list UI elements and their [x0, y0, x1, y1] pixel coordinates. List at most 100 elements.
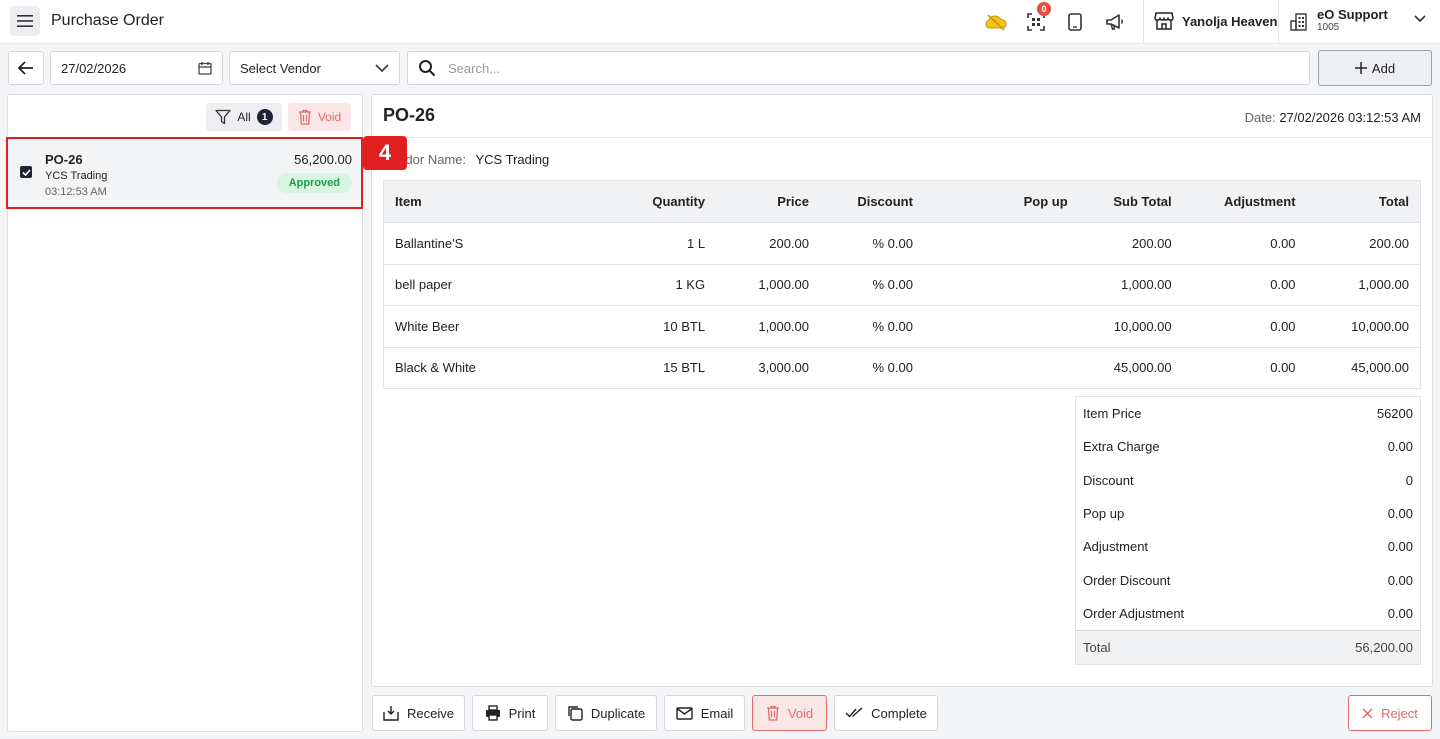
qr-code-button[interactable]: 0 [1025, 2, 1051, 33]
arrow-left-icon [18, 61, 33, 75]
table-row[interactable]: bell paper 1 KG 1,000.00 % 0.00 1,000.00… [383, 264, 1421, 306]
table-cell: 200.00 [716, 222, 821, 265]
filter-all-label: All [237, 110, 251, 124]
building-icon [1290, 13, 1307, 31]
summary-value: 0.00 [1387, 539, 1413, 555]
reject-button[interactable]: Reject [1348, 695, 1432, 731]
table-cell: 10,000.00 [1078, 305, 1183, 348]
copy-icon [568, 706, 583, 721]
announcements-button[interactable] [1104, 11, 1126, 33]
summary-label: Adjustment [1083, 539, 1149, 555]
void-button[interactable]: Void [752, 695, 827, 731]
step-marker: 4 [363, 136, 407, 170]
table-cell: 200.00 [1306, 222, 1421, 265]
summary-row: Order Adjustment 0.00 [1076, 597, 1420, 630]
summary-value: 0.00 [1387, 506, 1413, 522]
void-list-label: Void [317, 110, 342, 124]
filter-all-button[interactable]: All 1 [206, 103, 282, 131]
table-cell [923, 222, 1079, 265]
summary-row: Discount 0 [1076, 464, 1420, 497]
column-header: Item [383, 180, 534, 223]
column-header: Quantity [533, 180, 717, 223]
mail-icon [676, 706, 693, 720]
table-cell: 3,000.00 [758, 360, 810, 376]
summary-label: Order Discount [1083, 572, 1171, 588]
table-row[interactable]: White Beer 10 BTL 1,000.00 % 0.00 10,000… [383, 305, 1421, 348]
summary-value: 0 [1405, 472, 1413, 488]
add-button[interactable]: Add [1318, 50, 1432, 86]
duplicate-button[interactable]: Duplicate [555, 695, 657, 731]
table-cell: 10 BTL [533, 305, 717, 348]
order-amount: 56,200.00 [294, 152, 352, 167]
table-row[interactable]: Black & White 15 BTL 3,000.00 % 0.00 45,… [384, 347, 1421, 389]
megaphone-icon [1106, 14, 1123, 30]
table-cell [923, 264, 1079, 306]
table-cell: 0.00 [1270, 360, 1296, 376]
user-menu[interactable]: eO Support 1005 [1289, 7, 1388, 34]
table-header-row: Item Quantity Price Discount Pop up Sub … [383, 180, 1421, 223]
date-picker[interactable]: 27/02/2026 [50, 51, 223, 85]
summary-value: 0.00 [1387, 605, 1413, 621]
qr-notification-badge: 0 [1037, 2, 1051, 16]
mobile-device-button[interactable] [1064, 11, 1086, 33]
table-cell: 0.00 [1182, 264, 1307, 306]
email-button[interactable]: Email [664, 695, 745, 731]
table-cell: 200.00 [1078, 222, 1183, 265]
back-button[interactable] [8, 51, 44, 85]
print-button[interactable]: Print [472, 695, 548, 731]
mobile-phone-icon [1068, 13, 1082, 31]
chevron-down-icon [375, 64, 389, 72]
summary-total-value: 56,200.00 [1355, 640, 1413, 656]
order-checkbox[interactable] [20, 166, 32, 178]
summary-value: 0.00 [1387, 439, 1413, 455]
email-label: Email [700, 705, 734, 721]
table-cell: 1,000.00 [1078, 264, 1183, 306]
summary-total-row: Total 56,200.00 [1076, 630, 1420, 665]
table-cell: 10,000.00 [1306, 305, 1421, 348]
void-list-button[interactable]: Void [288, 103, 351, 131]
column-header: Total [1306, 180, 1421, 223]
table-cell: % 0.00 [820, 305, 924, 348]
check-icon [21, 168, 31, 176]
search-input[interactable] [448, 60, 1268, 76]
receive-button[interactable]: Receive [372, 695, 465, 731]
table-cell: Ballantine'S [383, 222, 534, 265]
trash-icon [298, 109, 311, 125]
date-value: 27/02/2026 [61, 60, 127, 76]
hamburger-icon [17, 15, 33, 27]
summary-row: Order Discount 0.00 [1076, 563, 1420, 596]
offline-status-button[interactable] [985, 11, 1007, 33]
user-name: eO Support [1317, 7, 1388, 22]
complete-button[interactable]: Complete [834, 695, 938, 731]
table-cell [923, 305, 1079, 348]
table-cell: White Beer [383, 305, 534, 348]
column-header: Price [716, 180, 821, 223]
chevron-down-icon[interactable] [1414, 15, 1426, 23]
property-selector[interactable]: Yanolja Heaven [1154, 12, 1277, 30]
menu-button[interactable] [10, 6, 40, 36]
search-box[interactable] [407, 51, 1310, 85]
detail-date-label: Date: [1244, 110, 1276, 125]
top-bar: Purchase Order 0 Yanolja Heaven eO Suppo… [0, 0, 1440, 44]
summary-label: Order Adjustment [1083, 605, 1185, 621]
order-number: PO-26 [45, 152, 83, 167]
table-cell: 1,000.00 [716, 305, 821, 348]
summary-label: Discount [1083, 472, 1134, 488]
table-cell: 0.00 [1182, 222, 1307, 265]
summary-row: Item Price 56200 [1076, 397, 1420, 430]
summary-label: Item Price [1083, 406, 1142, 422]
summary-row: Adjustment 0.00 [1076, 530, 1420, 563]
order-time: 03:12:53 AM [45, 186, 107, 198]
table-row[interactable]: Ballantine'S 1 L 200.00 % 0.00 200.00 0.… [383, 222, 1421, 265]
table-cell: 15 BTL [663, 360, 706, 376]
order-detail-panel: PO-26 Date: 27/02/2026 03:12:53 AM Vendo… [371, 94, 1433, 687]
order-summary: Item Price 56200 Extra Charge 0.00 Discoun… [1075, 396, 1421, 666]
divider [1278, 0, 1279, 44]
summary-row: Extra Charge 0.00 [1076, 430, 1420, 463]
table-cell: % 0.00 [820, 222, 924, 265]
calendar-icon[interactable] [198, 61, 212, 75]
vendor-select[interactable]: Select Vendor [229, 51, 400, 85]
order-list-panel: All 1 Void PO-26 YCS Trading 03:12:53 AM… [6, 94, 363, 732]
list-item[interactable]: PO-26 YCS Trading 03:12:53 AM 56,200.00 … [6, 137, 363, 209]
table-cell: 45,000.00 [1113, 360, 1172, 376]
